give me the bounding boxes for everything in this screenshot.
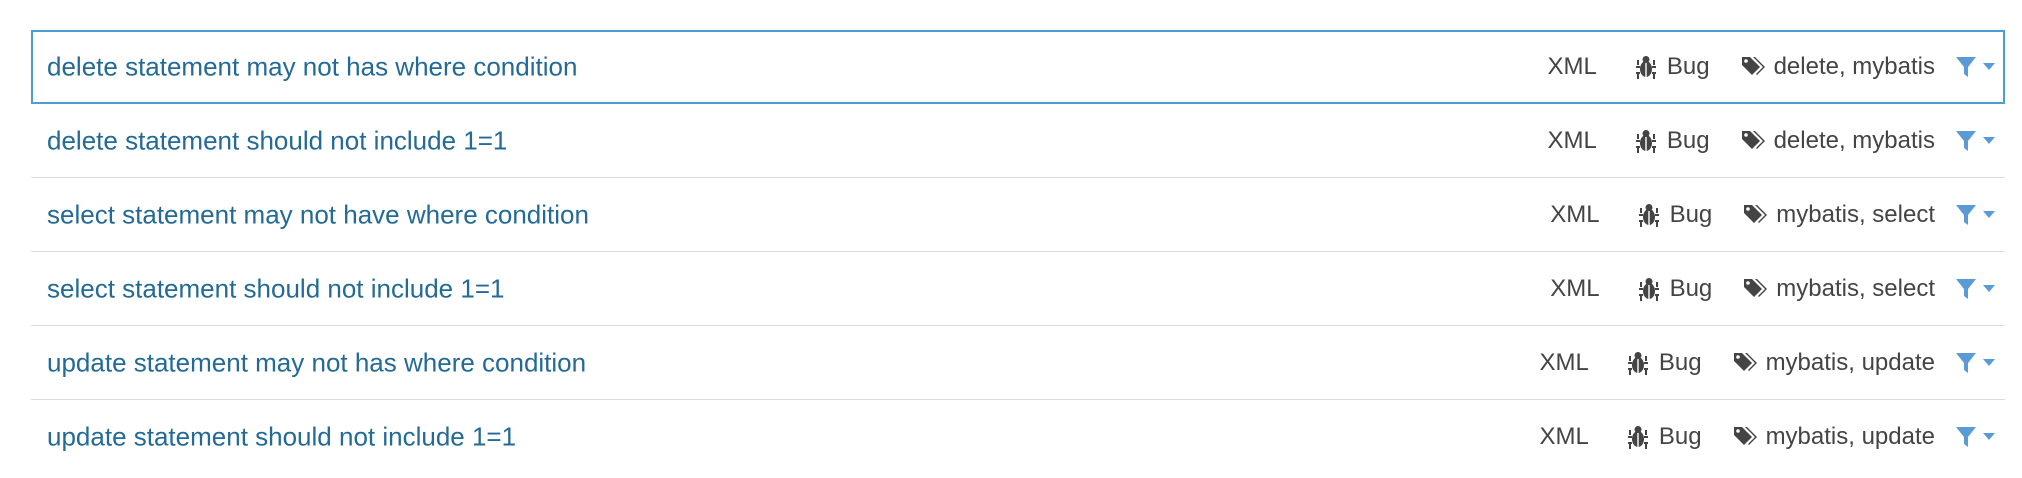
rule-title-link[interactable]: select statement may not have where cond… — [47, 199, 589, 230]
rule-type-label: Bug — [1658, 423, 1702, 450]
tag-icon — [1732, 351, 1758, 375]
bug-icon — [1627, 424, 1649, 450]
filter-icon — [1955, 277, 1977, 301]
rule-tags[interactable]: mybatis, select — [1742, 201, 1935, 229]
rule-title-link[interactable]: delete statement may not has where condi… — [47, 52, 577, 83]
rule-language: XML — [1550, 274, 1600, 302]
tag-icon — [1740, 55, 1766, 79]
caret-down-icon — [1983, 433, 1995, 441]
caret-down-icon — [1983, 63, 1995, 71]
rule-row[interactable]: update statement may not has where condi… — [31, 326, 2005, 400]
rule-row[interactable]: select statement should not include 1=1 … — [31, 252, 2005, 326]
rule-tags-label: mybatis, update — [1765, 423, 1935, 450]
bug-icon — [1635, 54, 1657, 80]
rule-meta: XML Bug mybatis, update — [1540, 347, 2006, 379]
rule-meta: XML Bug mybatis, update — [1540, 421, 2006, 453]
caret-down-icon — [1983, 284, 1995, 293]
rule-title-link[interactable]: delete statement should not include 1=1 — [47, 125, 507, 156]
rule-type-label: Bug — [1669, 274, 1713, 302]
rule-type-label: Bug — [1658, 348, 1702, 376]
rule-row[interactable]: delete statement should not include 1=1 … — [31, 104, 2005, 178]
rule-tags-label: delete, mybatis — [1773, 53, 1935, 80]
rule-type: Bug — [1635, 127, 1710, 155]
filter-icon — [1955, 203, 1977, 227]
rule-language: XML — [1547, 53, 1597, 80]
tag-icon — [1742, 277, 1768, 301]
rule-language: XML — [1539, 348, 1589, 376]
tag-icon — [1742, 203, 1768, 227]
filter-dropdown-button[interactable] — [1955, 125, 2005, 157]
rule-title-link[interactable]: select statement should not include 1=1 — [47, 273, 504, 304]
rule-type-label: Bug — [1669, 200, 1713, 228]
rule-language: XML — [1547, 126, 1597, 154]
rule-title-link[interactable]: update statement should not include 1=1 — [47, 422, 516, 453]
rule-title-link[interactable]: update statement may not has where condi… — [47, 347, 586, 378]
rule-tags[interactable]: delete, mybatis — [1740, 127, 1935, 155]
rule-meta: XML Bug delete, mybatis — [1548, 125, 2005, 157]
rule-list: delete statement may not has where condi… — [31, 30, 2005, 474]
rule-type: Bug — [1638, 274, 1713, 303]
rule-type: Bug — [1627, 423, 1702, 451]
caret-down-icon — [1983, 136, 1995, 145]
rule-type: Bug — [1635, 53, 1710, 81]
rule-language: XML — [1550, 200, 1600, 228]
rule-tags-label: delete, mybatis — [1773, 126, 1935, 154]
rule-tags[interactable]: mybatis, update — [1732, 423, 1935, 451]
caret-down-icon — [1983, 358, 1995, 367]
rule-meta: XML Bug delete, mybatis — [1548, 51, 2005, 83]
rule-language: XML — [1539, 423, 1589, 450]
tag-icon — [1732, 425, 1758, 449]
filter-icon — [1955, 129, 1977, 153]
rule-meta: XML Bug mybatis, select — [1550, 273, 2005, 305]
rule-meta: XML Bug mybatis, select — [1550, 199, 2005, 231]
rule-tags-label: mybatis, update — [1765, 348, 1935, 376]
rule-type-label: Bug — [1666, 53, 1710, 80]
rule-row[interactable]: select statement may not have where cond… — [31, 178, 2005, 252]
filter-dropdown-button[interactable] — [1955, 347, 2005, 379]
filter-icon — [1955, 55, 1977, 79]
filter-dropdown-button[interactable] — [1955, 51, 2005, 83]
rule-row[interactable]: delete statement may not has where condi… — [31, 30, 2005, 104]
rule-type-label: Bug — [1666, 126, 1710, 154]
rule-tags-label: mybatis, select — [1776, 274, 1935, 302]
rule-row[interactable]: update statement should not include 1=1 … — [31, 400, 2005, 474]
caret-down-icon — [1983, 210, 1995, 219]
rule-tags[interactable]: mybatis, select — [1742, 275, 1935, 303]
rule-tags[interactable]: mybatis, update — [1732, 349, 1935, 377]
filter-dropdown-button[interactable] — [1955, 421, 2005, 453]
filter-dropdown-button[interactable] — [1955, 199, 2005, 231]
filter-dropdown-button[interactable] — [1955, 273, 2005, 305]
bug-icon — [1627, 350, 1649, 376]
filter-icon — [1955, 351, 1977, 375]
bug-icon — [1635, 128, 1657, 154]
filter-icon — [1955, 425, 1977, 449]
rule-type: Bug — [1638, 200, 1713, 229]
bug-icon — [1638, 202, 1660, 228]
rule-type: Bug — [1627, 349, 1702, 377]
rule-tags[interactable]: delete, mybatis — [1740, 53, 1935, 81]
bug-icon — [1638, 276, 1660, 302]
tag-icon — [1740, 129, 1766, 153]
rule-tags-label: mybatis, select — [1776, 200, 1935, 228]
